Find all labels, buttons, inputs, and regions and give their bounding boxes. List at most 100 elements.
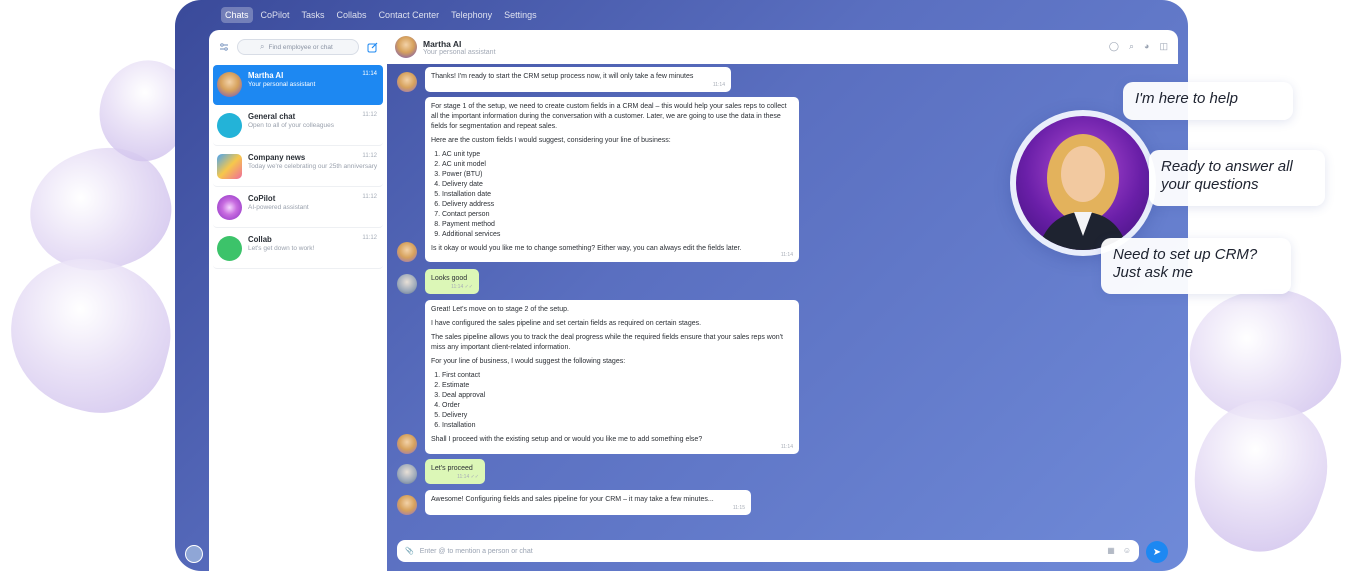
search-input[interactable]: ⌕ Find employee or chat: [237, 39, 359, 55]
message-input[interactable]: 📎 Enter @ to mention a person or chat ▦ …: [397, 540, 1139, 562]
flower-decoration-right-2: [1173, 382, 1347, 568]
conversation-header: Martha AI Your personal assistant ◯ ⌕ ◕ …: [387, 30, 1178, 64]
message-bubble[interactable]: Great! Let's move on to stage 2 of the s…: [425, 300, 799, 454]
tab-telephony[interactable]: Telephony: [447, 7, 496, 23]
sidebar-header: ⌕ Find employee or chat: [209, 30, 387, 64]
chat-item-subtitle: Your personal assistant: [248, 81, 316, 88]
search-icon: ⌕: [260, 42, 265, 51]
martha-portrait: [1010, 110, 1156, 256]
tab-collabs[interactable]: Collabs: [333, 7, 371, 23]
filter-icon[interactable]: [217, 40, 231, 54]
list-item: Delivery date: [442, 180, 793, 190]
list-item: Contact person: [442, 210, 793, 220]
chat-item-general-chat[interactable]: General chat Open to all of your colleag…: [213, 106, 383, 146]
message-paragraph: The sales pipeline allows you to track t…: [431, 334, 783, 351]
list-item: Order: [442, 401, 793, 411]
magnifier-icon[interactable]: ⌕: [1129, 41, 1134, 52]
send-icon: ➤: [1152, 546, 1162, 558]
message-text: Looks good: [431, 275, 468, 282]
chat-item-copilot[interactable]: CoPilot AI-powered assistant 11:12: [213, 188, 383, 228]
list-item: Delivery: [442, 411, 793, 421]
list-item: Installation: [442, 421, 793, 431]
news-icon: [217, 154, 242, 179]
chat-item-time: 11:14: [362, 71, 377, 77]
martha-avatar: [397, 495, 417, 515]
tab-tasks[interactable]: Tasks: [298, 7, 329, 23]
callout-help: I'm here to help: [1123, 82, 1293, 120]
message-row: Let's proceed 11:14 ✓✓: [397, 459, 485, 484]
message-paragraph: For your line of business, I would sugge…: [431, 358, 626, 365]
chat-item-name: CoPilot: [248, 194, 276, 203]
chat-item-martha-ai[interactable]: Martha AI Your personal assistant 11:14: [213, 65, 383, 105]
martha-avatar[interactable]: [395, 36, 417, 58]
message-bubble-outgoing[interactable]: Looks good 11:14 ✓✓: [425, 269, 479, 294]
list-item: Installation date: [442, 190, 793, 200]
message-paragraph: Great! Let's move on to stage 2 of the s…: [431, 306, 569, 313]
message-text: Thanks! I'm ready to start the CRM setup…: [431, 73, 694, 80]
panel-icon[interactable]: ◫: [1159, 41, 1168, 52]
send-button[interactable]: ➤: [1146, 541, 1168, 563]
message-time: 11:14: [780, 252, 793, 258]
message-text: Let's proceed: [431, 465, 473, 472]
chat-list-sidebar: ⌕ Find employee or chat Martha AI Your p…: [209, 30, 387, 571]
tab-contact-center[interactable]: Contact Center: [375, 7, 444, 23]
tab-settings[interactable]: Settings: [500, 7, 541, 23]
tab-chats[interactable]: Chats: [221, 7, 253, 23]
conversation-title: Martha AI: [423, 38, 462, 49]
composer-actions: ▦ ☺: [1107, 546, 1131, 555]
globe-icon[interactable]: ◕: [1144, 41, 1149, 52]
message-input-placeholder: Enter @ to mention a person or chat: [419, 547, 533, 555]
left-rail: [175, 30, 209, 571]
martha-portrait-image: [1016, 116, 1150, 250]
martha-avatar: [397, 242, 417, 262]
user-avatar[interactable]: [185, 545, 203, 563]
list-item: Deal approval: [442, 391, 793, 401]
collab-icon: [217, 236, 242, 261]
callout-crm: Need to set up CRM? Just ask me: [1101, 238, 1291, 294]
chat-item-subtitle: Open to all of your colleagues: [248, 122, 334, 129]
conversation-subtitle: Your personal assistant: [423, 48, 496, 56]
compose-icon[interactable]: [365, 40, 379, 54]
search-placeholder: Find employee or chat: [268, 43, 333, 51]
copilot-icon: [217, 195, 242, 220]
message-time: 11:14: [780, 444, 793, 450]
custom-fields-list: AC unit type AC unit model Power (BTU) D…: [431, 150, 793, 240]
chat-item-company-news[interactable]: Company news Today we're celebrating our…: [213, 147, 383, 187]
message-bubble[interactable]: For stage 1 of the setup, we need to cre…: [425, 97, 799, 262]
message-paragraph: I have configured the sales pipeline and…: [431, 320, 702, 327]
app-window: Chats CoPilot Tasks Collabs Contact Cent…: [175, 0, 1188, 571]
chat-item-name: General chat: [248, 112, 296, 121]
message-paragraph: Here are the custom fields I would sugge…: [431, 137, 671, 144]
list-item: Power (BTU): [442, 170, 793, 180]
flower-decoration-left-2: [0, 241, 187, 429]
callout-questions: Ready to answer all your questions: [1149, 150, 1325, 206]
message-row: Awesome! Configuring fields and sales pi…: [397, 490, 751, 515]
list-item: AC unit type: [442, 150, 793, 160]
message-paragraph: Shall I proceed with the existing setup …: [431, 436, 703, 443]
emoji-icon[interactable]: ☺: [1123, 546, 1131, 555]
chat-item-time: 11:12: [362, 235, 377, 241]
attach-icon[interactable]: 📎: [405, 547, 414, 555]
chat-item-name: Collab: [248, 235, 272, 244]
martha-avatar: [217, 72, 242, 97]
chat-item-name: Martha AI: [248, 71, 284, 80]
message-bubble-outgoing[interactable]: Let's proceed 11:14 ✓✓: [425, 459, 485, 484]
tab-copilot[interactable]: CoPilot: [257, 7, 294, 23]
martha-avatar: [397, 434, 417, 454]
message-paragraph: Is it okay or would you like me to chang…: [431, 245, 742, 252]
list-item: First contact: [442, 371, 793, 381]
message-bubble[interactable]: Awesome! Configuring fields and sales pi…: [425, 490, 751, 515]
chat-item-collab[interactable]: Collab Let's get down to work! 11:12: [213, 229, 383, 269]
chat-item-subtitle: AI-powered assistant: [248, 204, 309, 211]
list-item: Additional services: [442, 230, 793, 240]
message-time: 11:15: [732, 505, 745, 511]
header-actions: ◯ ⌕ ◕ ◫: [1109, 41, 1168, 52]
chat-item-time: 11:12: [362, 153, 377, 159]
pipeline-stages-list: First contact Estimate Deal approval Ord…: [431, 371, 793, 431]
list-item: AC unit model: [442, 160, 793, 170]
grid-icon[interactable]: ▦: [1107, 546, 1115, 555]
message-time: 11:14: [712, 82, 725, 88]
user-icon[interactable]: ◯: [1109, 41, 1119, 52]
message-bubble[interactable]: Thanks! I'm ready to start the CRM setup…: [425, 67, 731, 92]
chat-item-subtitle: Today we're celebrating our 25th anniver…: [248, 163, 378, 170]
